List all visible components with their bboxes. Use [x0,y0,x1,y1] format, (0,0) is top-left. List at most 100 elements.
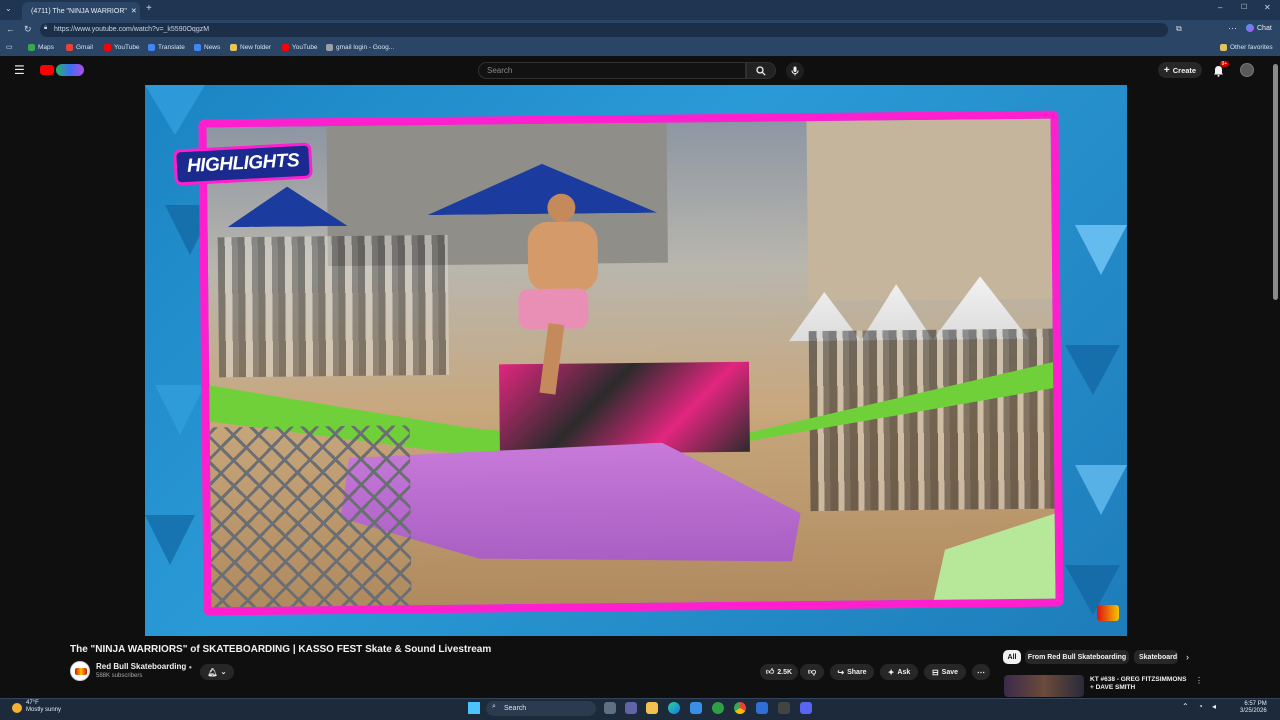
bookmark-icon: ⊟ [931,667,939,677]
url-input[interactable]: 🔒︎ https://www.youtube.com/watch?v=_k559… [40,23,1168,37]
favorite-item[interactable]: Gmail [66,44,93,51]
favorite-icon [230,44,237,51]
ask-label: Ask [897,668,911,676]
favorite-item[interactable]: YouTube [104,44,140,51]
favorites-folder-icon[interactable]: ▭ [6,43,13,51]
share-icon: ↪ [837,667,845,677]
task-view-icon[interactable] [604,702,616,714]
chips-next-icon[interactable]: › [1186,652,1189,662]
channel-name-text: Red Bull Skateboarding [96,662,187,671]
teams-icon[interactable] [625,702,637,714]
chip-from-channel[interactable]: From Red Bull Skateboarding [1025,650,1129,664]
share-label: Share [847,668,867,676]
extensions-icon[interactable]: ⧉ [1176,24,1182,34]
app-icon-dark[interactable] [778,702,790,714]
favorite-icon [194,44,201,51]
subscribe-bell-button[interactable]: 🔔︎ ⌄ [200,664,234,680]
plus-icon: + [1163,64,1170,76]
browser-tab-active[interactable]: (4711) The "NINJA WARRIOR" ✕ [22,2,140,20]
like-count: 2.5K [777,668,793,676]
refresh-icon[interactable]: ↻ [24,24,32,35]
clock-time: 6:57 PM [1244,701,1267,707]
favorite-label: Translate [158,44,185,51]
back-icon[interactable]: ← [6,24,15,34]
minimize-icon[interactable]: – [1218,3,1222,12]
weather-widget[interactable]: 47°F Mostly sunny [26,700,61,714]
video-player[interactable]: HIGHLIGHTS [145,85,1127,636]
windows-start-icon[interactable] [468,702,480,714]
lock-icon: 🔒︎ [44,25,48,31]
favorite-icon [28,44,35,51]
video-frame [198,110,1064,616]
taskbar-search[interactable]: ⌕ Search [486,701,596,716]
weather-temp: 47°F [26,700,39,706]
like-button[interactable]: 👍︎ 2.5K [760,664,798,680]
favorite-item[interactable]: YouTube [282,44,318,51]
search-button[interactable] [746,62,776,79]
verified-icon: ● [188,665,193,671]
discord-icon[interactable] [800,702,812,714]
favorite-label: News [204,44,221,51]
chip-all[interactable]: All [1003,650,1021,664]
taskbar-clock[interactable]: 6:57 PM 3/25/2026 [1240,701,1267,715]
favorites-bar: ▭ Maps Gmail YouTube Translate News New folde… [0,40,1280,56]
avatar[interactable] [1240,63,1254,77]
share-button[interactable]: ↪ Share [830,664,874,680]
notifications-button[interactable]: 9+ [1213,61,1229,78]
favorite-item[interactable]: New folder [230,44,271,51]
favorite-item[interactable]: Maps [28,44,54,51]
chip-all-label: All [1007,653,1017,661]
favorite-icon [104,44,111,51]
wifi-icon[interactable]: ◔ [1198,702,1203,711]
notifications-badge: 9+ [1220,61,1229,67]
sparkle-icon: ✦ [887,667,895,677]
favorite-item[interactable]: Translate [148,44,185,51]
store-icon[interactable] [690,702,702,714]
recommendation-more-icon[interactable]: ⋮ [1195,676,1203,685]
favorite-label: Gmail [76,44,93,51]
tab-actions-icon[interactable]: ⌄ [5,4,12,13]
search-icon: ⌕ [492,703,496,710]
dislike-button[interactable]: 👎︎ [800,664,824,680]
save-button[interactable]: ⊟ Save [924,664,966,680]
ask-button[interactable]: ✦ Ask [880,664,918,680]
close-icon[interactable]: ✕ [131,7,137,15]
copilot-button[interactable]: Chat [1246,24,1272,32]
thumbs-down-icon: 👎︎ [807,667,817,676]
volume-icon[interactable]: ◂ [1212,702,1216,711]
browser-tab-bar: ⌄ (4711) The "NINJA WARRIOR" ✕ + – ☐ ✕ [0,0,1280,20]
chip-skateboard[interactable]: Skateboard [1134,650,1178,664]
more-menu-icon[interactable]: ⋯ [1228,23,1237,34]
recommendation-title[interactable]: KT #638 - GREG FITZSIMMONS + DAVE SMITH [1090,676,1192,692]
file-explorer-icon[interactable] [646,702,658,714]
xbox-icon[interactable] [712,702,724,714]
new-tab-icon[interactable]: + [146,3,152,14]
search-placeholder: Search [487,66,513,75]
recommendation-thumbnail[interactable] [1004,675,1084,697]
favorite-label: YouTube [114,44,140,51]
chrome-icon[interactable] [734,702,746,714]
more-actions-button[interactable]: ⋯ [972,664,990,680]
youtube-logo[interactable] [40,64,86,77]
channel-name[interactable]: Red Bull Skateboarding ● [96,662,192,671]
window-close-icon[interactable]: ✕ [1264,3,1271,12]
favorite-item[interactable]: gmail login - Goog... [326,44,394,51]
favorite-item[interactable]: News [194,44,220,51]
menu-icon[interactable]: ☰ [14,63,25,77]
scaffolding [209,425,412,616]
tray-chevron-icon[interactable]: ⌃ [1182,702,1189,711]
search-input[interactable]: Search [478,62,746,79]
edge-icon[interactable] [668,702,680,714]
green-ramp-right [931,508,1064,609]
other-favorites[interactable]: Other favorites [1220,44,1273,51]
maximize-icon[interactable]: ☐ [1241,3,1247,11]
video-title: The "NINJA WARRIORS" of SKATEBOARDING | … [70,644,492,655]
app-icon-blue[interactable] [756,702,768,714]
create-button[interactable]: + Create [1158,62,1202,78]
tab-title: (4711) The "NINJA WARRIOR" [31,7,127,15]
scrollbar-thumb[interactable] [1273,64,1278,300]
favorite-label: gmail login - Goog... [336,44,395,51]
channel-avatar[interactable] [70,661,90,681]
copilot-label: Chat [1257,24,1272,32]
voice-search-button[interactable] [786,62,804,80]
